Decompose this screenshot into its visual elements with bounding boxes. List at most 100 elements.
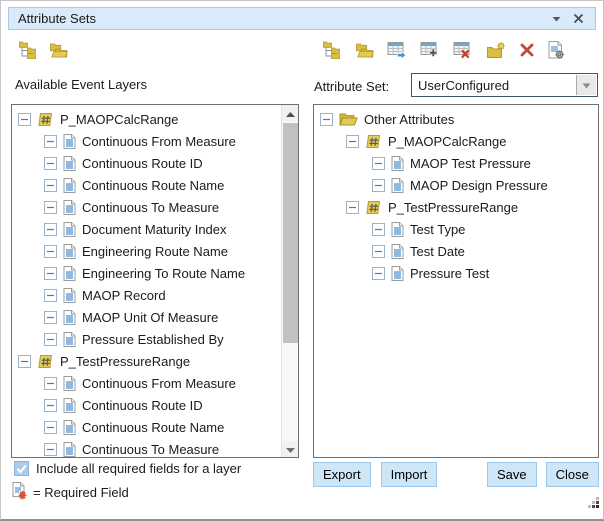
collapse-toggle[interactable] <box>18 113 31 126</box>
collapse-toggle[interactable] <box>44 179 57 192</box>
scroll-down-icon <box>286 440 295 458</box>
tree-item[interactable]: P_MAOPCalcRange <box>12 108 281 130</box>
table-delete-icon <box>453 41 473 59</box>
tree-item[interactable]: Document Maturity Index <box>12 218 281 240</box>
collapse-attribute-set-button[interactable] <box>355 40 374 60</box>
field-icon <box>63 420 76 435</box>
include-required-fields-label: Include all required fields for a layer <box>36 461 241 476</box>
tree-item[interactable]: P_TestPressureRange <box>12 350 281 372</box>
event-layer-icon <box>365 200 382 215</box>
tree-item[interactable]: P_MAOPCalcRange <box>314 130 598 152</box>
delete-attribute-set-button[interactable] <box>453 40 473 60</box>
collapse-toggle[interactable] <box>346 135 359 148</box>
tree-item[interactable]: Pressure Established By <box>12 328 281 350</box>
close-button[interactable]: Close <box>546 462 599 487</box>
collapse-toggle[interactable] <box>44 311 57 324</box>
close-dialog-button[interactable] <box>570 11 586 27</box>
required-field-legend: = Required Field <box>12 482 129 503</box>
scroll-down-button[interactable] <box>282 441 298 457</box>
collapse-toggle[interactable] <box>372 223 385 236</box>
tree-item[interactable]: MAOP Record <box>12 284 281 306</box>
collapse-toggle[interactable] <box>44 399 57 412</box>
tree-item[interactable]: Continuous Route ID <box>12 152 281 174</box>
tree-item-label: Continuous From Measure <box>82 376 236 391</box>
tree-item[interactable]: MAOP Test Pressure <box>314 152 598 174</box>
tree-item[interactable]: Engineering Route Name <box>12 240 281 262</box>
collapse-toggle[interactable] <box>44 223 57 236</box>
folder-open-icon <box>339 112 358 126</box>
save-button[interactable]: Save <box>487 462 537 487</box>
titlebar[interactable]: Attribute Sets <box>8 7 596 30</box>
tree-item[interactable]: Continuous From Measure <box>12 372 281 394</box>
field-icon <box>63 376 76 391</box>
folder-tree-icon <box>323 41 342 59</box>
tree-item-label: Engineering Route Name <box>82 244 228 259</box>
collapse-toggle[interactable] <box>320 113 333 126</box>
tree-item[interactable]: Continuous To Measure <box>12 196 281 218</box>
generate-attribute-set-button[interactable] <box>387 40 407 60</box>
expand-attribute-set-button[interactable] <box>323 40 342 60</box>
collapse-toggle[interactable] <box>44 421 57 434</box>
collapse-toggle[interactable] <box>372 245 385 258</box>
tree-item[interactable]: MAOP Design Pressure <box>314 174 598 196</box>
tree-item[interactable]: Continuous Route Name <box>12 174 281 196</box>
collapse-event-layers-button[interactable] <box>49 40 68 60</box>
configure-fields-button[interactable] <box>548 40 565 60</box>
tree-item[interactable]: Engineering To Route Name <box>12 262 281 284</box>
collapse-toggle[interactable] <box>44 289 57 302</box>
collapse-toggle[interactable] <box>44 135 57 148</box>
field-icon <box>63 244 76 259</box>
new-group-button[interactable] <box>486 40 506 60</box>
tree-item[interactable]: Test Date <box>314 240 598 262</box>
tree-item-label: MAOP Record <box>82 288 166 303</box>
collapse-toggle[interactable] <box>44 443 57 456</box>
expand-event-layers-button[interactable] <box>19 40 38 60</box>
available-layers-panel: P_MAOPCalcRangeContinuous From MeasureCo… <box>11 104 299 458</box>
collapse-toggle[interactable] <box>44 201 57 214</box>
collapse-toggle[interactable] <box>346 201 359 214</box>
add-attribute-set-button[interactable] <box>420 40 440 60</box>
tree-item[interactable]: Continuous Route Name <box>12 416 281 438</box>
tree-item-label: Document Maturity Index <box>82 222 227 237</box>
scroll-up-button[interactable] <box>282 105 298 121</box>
tree-item[interactable]: Pressure Test <box>314 262 598 284</box>
resize-grip-icon[interactable] <box>587 496 600 514</box>
tree-item[interactable]: MAOP Unit Of Measure <box>12 306 281 328</box>
folder-new-icon <box>486 42 506 59</box>
include-required-fields-checkbox[interactable] <box>14 461 29 476</box>
field-icon <box>391 222 404 237</box>
scrollbar-thumb[interactable] <box>283 123 298 343</box>
tree-item[interactable]: Continuous From Measure <box>12 130 281 152</box>
collapse-toggle[interactable] <box>44 157 57 170</box>
open-folders-icon <box>49 43 68 58</box>
remove-item-button[interactable] <box>519 40 535 60</box>
tree-item[interactable]: Other Attributes <box>314 108 598 130</box>
collapse-toggle[interactable] <box>44 333 57 346</box>
tree-item[interactable]: Test Type <box>314 218 598 240</box>
field-icon <box>63 178 76 193</box>
collapse-toggle[interactable] <box>44 245 57 258</box>
vertical-scrollbar[interactable] <box>281 105 298 457</box>
attribute-set-dropdown[interactable]: UserConfigured <box>411 73 598 97</box>
field-icon <box>63 156 76 171</box>
folder-tree-icon <box>19 41 38 59</box>
dropdown-button[interactable] <box>576 75 596 95</box>
field-icon <box>63 134 76 149</box>
field-icon <box>391 266 404 281</box>
collapse-toggle[interactable] <box>18 355 31 368</box>
collapse-dialog-button[interactable] <box>548 11 564 27</box>
required-field-icon <box>12 482 28 503</box>
document-gear-icon <box>548 41 565 60</box>
collapse-toggle[interactable] <box>372 267 385 280</box>
tree-item[interactable]: Continuous Route ID <box>12 394 281 416</box>
collapse-toggle[interactable] <box>372 157 385 170</box>
tree-item[interactable]: P_TestPressureRange <box>314 196 598 218</box>
event-layer-icon <box>37 112 54 127</box>
chevron-down-icon <box>582 76 591 94</box>
tree-item[interactable]: Continuous To Measure <box>12 438 281 457</box>
collapse-toggle[interactable] <box>44 267 57 280</box>
export-button[interactable]: Export <box>313 462 371 487</box>
import-button[interactable]: Import <box>381 462 438 487</box>
collapse-toggle[interactable] <box>44 377 57 390</box>
collapse-toggle[interactable] <box>372 179 385 192</box>
